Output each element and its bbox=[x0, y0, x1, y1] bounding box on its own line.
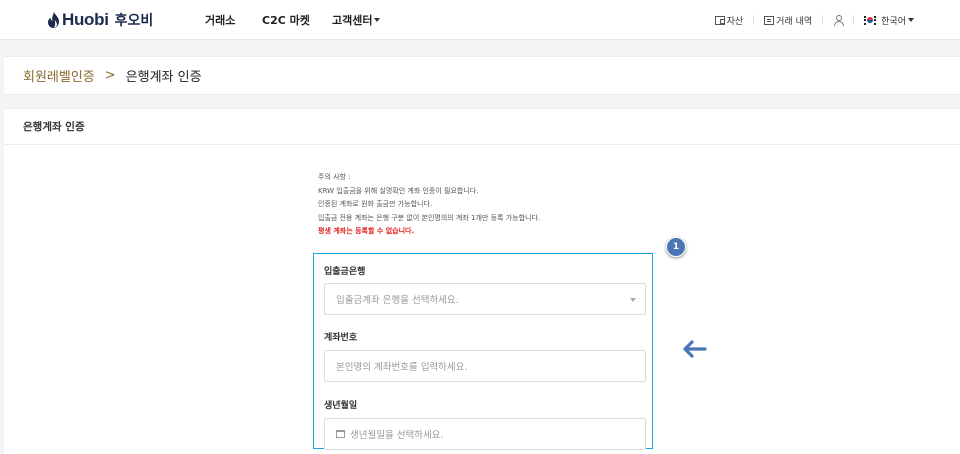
account-number-input[interactable]: 본인명의 계좌번호를 입력하세요. bbox=[324, 350, 646, 382]
chevron-down-icon bbox=[908, 18, 914, 22]
header-right-menu: 자산 거래 내역 한국어 bbox=[714, 0, 914, 40]
wallet-icon bbox=[714, 15, 725, 25]
chevron-down-icon bbox=[374, 18, 381, 22]
divider bbox=[753, 15, 755, 25]
brand-name-korean: 후오비 bbox=[114, 13, 154, 29]
bank-label: 입출금은행 bbox=[324, 267, 366, 277]
brand-name: Huobi bbox=[62, 10, 109, 29]
calendar-icon bbox=[336, 430, 345, 438]
highlighted-form-area: 입출금은행 입출금계좌 은행을 선택하세요. 계좌번호 본인명의 계좌번호를 입… bbox=[313, 253, 653, 450]
breadcrumb: 회원레벨인증 > 은행계좌 인증 bbox=[4, 56, 960, 95]
panel-title: 은행계좌 인증 bbox=[4, 109, 960, 145]
birth-date-picker[interactable]: 생년월일을 선택하세요. bbox=[324, 418, 646, 450]
language-selector[interactable]: 한국어 bbox=[864, 14, 914, 27]
birth-date-placeholder: 생년월일을 선택하세요. bbox=[350, 430, 444, 441]
account-number-label: 계좌번호 bbox=[324, 333, 358, 343]
top-header: Huobi 후오비 거래소 C2C 마켓 고객센터 자산 거래 내역 한국어 bbox=[0, 0, 960, 40]
notice-block: 주의 사항 : KRW 입출금을 위해 실명확인 계좌 인증이 필요합니다. 인… bbox=[318, 171, 540, 239]
assets-label: 자산 bbox=[726, 16, 744, 27]
notice-warning: 평생 계좌는 등록할 수 없습니다. bbox=[318, 227, 415, 235]
notice-line: 인증된 계좌로 원화 출금만 가능합니다. bbox=[318, 200, 433, 208]
document-icon bbox=[764, 15, 775, 25]
breadcrumb-separator: > bbox=[104, 68, 116, 83]
notice-heading: 주의 사항 : bbox=[318, 173, 351, 181]
language-label: 한국어 bbox=[881, 16, 906, 27]
bank-select[interactable]: 입출금계좌 은행을 선택하세요. bbox=[324, 283, 646, 315]
korea-flag-icon bbox=[864, 15, 877, 25]
notice-line: KRW 입출금을 위해 실명확인 계좌 인증이 필요합니다. bbox=[318, 186, 479, 195]
chevron-down-icon bbox=[630, 298, 636, 302]
huobi-flame-icon bbox=[48, 12, 59, 28]
arrow-left-icon bbox=[683, 340, 707, 358]
breadcrumb-parent[interactable]: 회원레벨인증 bbox=[23, 66, 95, 85]
nav-customer-center[interactable]: 고객센터 bbox=[332, 0, 381, 40]
assets-link[interactable]: 자산 bbox=[714, 14, 744, 27]
bank-select-placeholder: 입출금계좌 은행을 선택하세요. bbox=[336, 295, 459, 306]
nav-c2c-market-label[interactable]: C2C 마켓 bbox=[262, 12, 310, 28]
bank-verification-panel: 은행계좌 인증 주의 사항 : KRW 입출금을 위해 실명확인 계좌 인증이 … bbox=[4, 108, 960, 454]
divider bbox=[822, 15, 824, 25]
step-badge: 1 bbox=[666, 237, 686, 257]
nav-c2c-market[interactable]: C2C 마켓 bbox=[262, 0, 310, 40]
birth-date-label: 생년월일 bbox=[324, 401, 358, 411]
nav-exchange-label[interactable]: 거래소 bbox=[205, 12, 235, 28]
user-menu[interactable] bbox=[833, 15, 845, 26]
account-number-placeholder: 본인명의 계좌번호를 입력하세요. bbox=[336, 362, 468, 373]
breadcrumb-current: 은행계좌 인증 bbox=[125, 70, 202, 85]
notice-line: 입출금 전용 계좌는 은행 구분 없이 본인명의의 계좌 1개만 등록 가능합니… bbox=[318, 213, 541, 222]
divider bbox=[853, 15, 855, 25]
user-icon bbox=[833, 15, 845, 26]
trade-history-link[interactable]: 거래 내역 bbox=[764, 14, 812, 27]
nav-customer-center-label[interactable]: 고객센터 bbox=[332, 12, 372, 28]
huobi-logo[interactable]: Huobi 후오비 bbox=[47, 10, 153, 30]
nav-exchange[interactable]: 거래소 bbox=[205, 0, 235, 40]
trade-history-label: 거래 내역 bbox=[776, 16, 813, 27]
